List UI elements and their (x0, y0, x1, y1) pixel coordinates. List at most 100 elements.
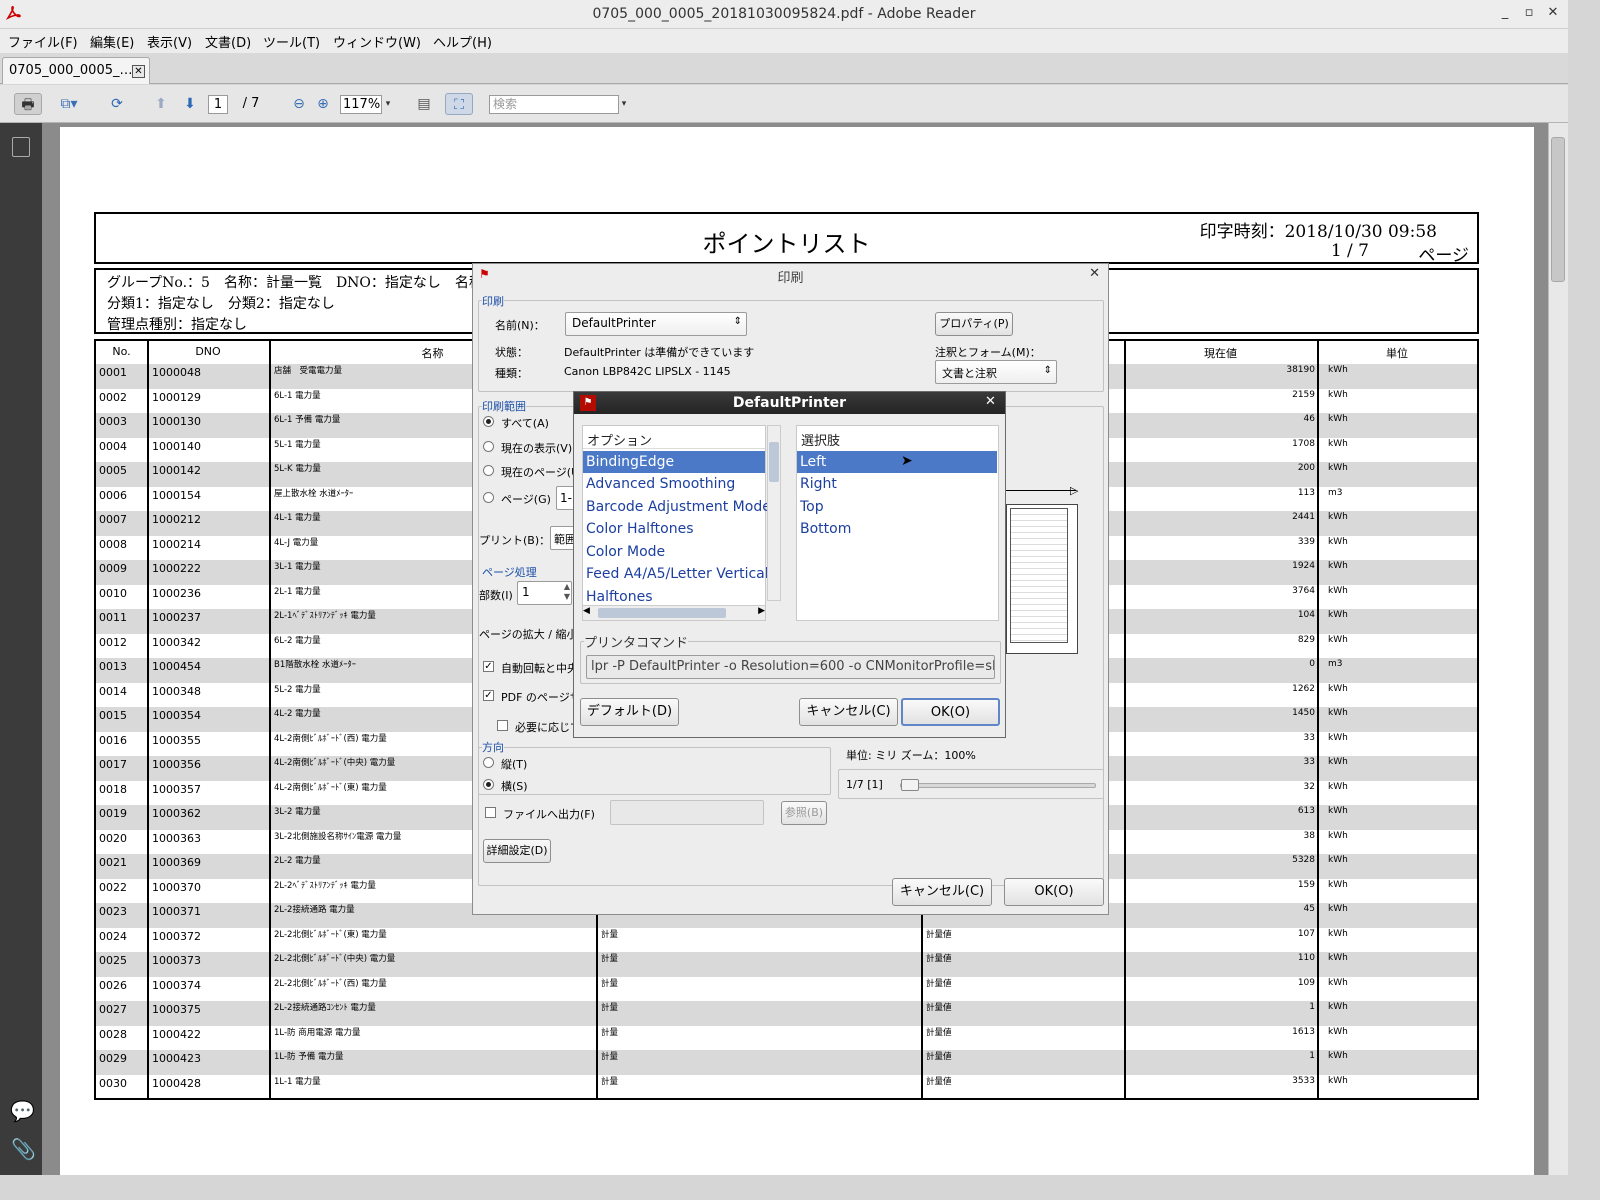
printer-options-close-icon[interactable]: ✕ (985, 394, 996, 409)
zoom-input[interactable]: 117% (340, 95, 382, 114)
comments-icon[interactable]: 💬 (10, 1099, 35, 1123)
print-ok-button[interactable]: OK(O) (1004, 878, 1104, 906)
cell-no: 0024 (99, 929, 127, 943)
close-window-button[interactable]: ✕ (1543, 5, 1563, 20)
option-item[interactable]: Barcode Adjustment Mode (583, 496, 771, 518)
pdf-page-size-checkbox[interactable]: ✓ (483, 690, 494, 701)
preview-thumbnail (1010, 508, 1068, 643)
range-current-view-radio[interactable] (483, 441, 494, 452)
zoom-dropdown-icon[interactable]: ▾ (383, 93, 393, 115)
next-page-icon[interactable]: ⬇ (179, 93, 201, 115)
range-all-radio[interactable] (483, 416, 494, 427)
zoom-in-icon[interactable]: ⊕ (314, 93, 332, 115)
maximize-button[interactable]: ▫ (1519, 5, 1539, 20)
if-needed-checkbox[interactable] (497, 720, 508, 731)
if-needed-label: 必要に応じて (515, 721, 581, 734)
menu-document[interactable]: 文書(D) (205, 32, 251, 51)
cell-no: 0028 (99, 1027, 127, 1041)
cell-unit: kWh (1328, 928, 1348, 939)
minimize-button[interactable]: _ (1495, 5, 1515, 20)
range-current-page-radio[interactable] (483, 465, 494, 476)
pages-panel-icon[interactable] (12, 137, 30, 157)
vertical-scroll-thumb[interactable] (769, 442, 779, 482)
print-cancel-button[interactable]: キャンセル(C) (892, 878, 992, 906)
portrait-radio[interactable] (483, 757, 494, 768)
column-divider (1317, 341, 1319, 1098)
menu-help[interactable]: ヘルプ(H) (433, 32, 492, 51)
cell-unit: m3 (1328, 659, 1343, 669)
menu-window[interactable]: ウィンドウ(W) (333, 32, 421, 51)
search-input[interactable]: 検索 (489, 95, 619, 114)
option-item[interactable]: Color Halftones (583, 518, 694, 540)
cell-val: 32 (1303, 781, 1315, 792)
option-item[interactable]: Color Mode (583, 541, 665, 563)
previous-page-icon[interactable]: ⬆ (150, 93, 172, 115)
document-tab[interactable]: 0705_000_0005_… ✕ (2, 57, 150, 84)
zoom-out-icon[interactable]: ⊖ (290, 93, 308, 115)
page-number-input[interactable]: 1 (208, 95, 228, 114)
spinner-icon[interactable]: ▲ ▼ (564, 582, 570, 602)
attachments-icon[interactable]: 📎 (11, 1137, 36, 1161)
option-item[interactable]: BindingEdge (583, 451, 765, 473)
cell-dno: 1000130 (152, 415, 201, 428)
option-item[interactable]: Feed A4/A5/Letter Vertically (583, 563, 781, 585)
preview-slider-track[interactable] (900, 783, 1096, 788)
options-horizontal-scrollbar[interactable]: ◀ ▶ (583, 605, 765, 620)
menu-view[interactable]: 表示(V) (147, 32, 192, 51)
horizontal-scroll-thumb[interactable] (598, 608, 726, 618)
printer-options-cancel-button[interactable]: キャンセル(C) (799, 698, 898, 726)
collaborate-icon[interactable]: ⟳ (103, 93, 131, 115)
advanced-settings-button[interactable]: 詳細設定(D) (483, 839, 551, 863)
menu-tools[interactable]: ツール(T) (263, 32, 320, 51)
file-output-checkbox[interactable] (485, 807, 496, 818)
table-row: 0028 1000422 1L-防 商用電源 電力量 計量 計量値 1613 kWh (96, 1026, 1477, 1051)
cell-name: 5L-1 電力量 (274, 439, 321, 450)
printer-command-input[interactable]: lpr -P DefaultPrinter -o Resolution=600 … (586, 655, 995, 679)
options-vertical-scrollbar[interactable] (767, 425, 781, 601)
cell-name: 1L-防 商用電源 電力量 (274, 1027, 361, 1038)
scroll-left-icon[interactable]: ◀ (583, 606, 590, 616)
properties-button[interactable]: プロパティ(P) (935, 312, 1013, 336)
share-icon[interactable]: ⧉▾ (52, 93, 86, 115)
column-divider (147, 341, 149, 1098)
scrollbar-thumb[interactable] (1551, 137, 1565, 282)
cell-no: 0021 (99, 856, 127, 869)
cell-unit: kWh (1328, 365, 1348, 375)
cell-name: 1L-1 電力量 (274, 1076, 321, 1087)
copies-input[interactable]: 1 ▲ ▼ (517, 581, 572, 605)
cell-dno: 1000362 (152, 807, 201, 820)
printer-name-select[interactable]: DefaultPrinter ⇕ (565, 312, 747, 336)
cell-dno: 1000342 (152, 635, 201, 649)
menu-file[interactable]: ファイル(F) (8, 32, 78, 51)
printer-options-title: DefaultPrinter (732, 395, 847, 411)
cell-val: 2159 (1292, 389, 1315, 400)
report-header: ポイントリスト 印字時刻：2018/10/30 09:58 1 / 7 ページ (94, 212, 1479, 266)
file-output-path-input[interactable] (610, 800, 764, 825)
search-dropdown-icon[interactable]: ▾ (619, 93, 629, 115)
preview-slider-handle[interactable] (901, 779, 919, 791)
annotations-select[interactable]: 文書と注釈 ⇕ (935, 360, 1057, 384)
cell-c5: 計量値 (926, 954, 952, 964)
auto-rotate-checkbox[interactable]: ✓ (483, 661, 494, 672)
print-dialog-close-icon[interactable]: ✕ (1089, 266, 1100, 281)
landscape-radio[interactable] (483, 779, 494, 790)
table-row: 0030 1000428 1L-1 電力量 計量 計量値 3533 kWh (96, 1075, 1477, 1100)
menu-edit[interactable]: 編集(E) (90, 32, 134, 51)
choice-item[interactable]: Bottom (797, 518, 851, 540)
choice-item[interactable]: Right (797, 473, 837, 495)
printer-options-ok-button[interactable]: OK(O) (901, 698, 1000, 726)
range-pages-radio[interactable] (483, 492, 494, 503)
scroll-right-icon[interactable]: ▶ (758, 606, 765, 616)
choice-item[interactable]: Left (797, 451, 997, 473)
fit-page-icon[interactable]: ▤ (413, 93, 435, 115)
cell-name: 5L-K 電力量 (274, 464, 321, 474)
cell-name: 3L-2北側施設名称ｻｲﾝ電源 電力量 (274, 831, 402, 842)
window-title: 0705_000_0005_20181030095824.pdf - Adobe… (592, 6, 976, 22)
option-item[interactable]: Advanced Smoothing (583, 473, 735, 495)
print-icon[interactable]: 🖶 (14, 93, 42, 115)
fit-width-icon[interactable]: ⛶ (445, 93, 473, 115)
default-button[interactable]: デフォルト(D) (580, 698, 679, 726)
choice-item[interactable]: Top (797, 496, 824, 518)
close-tab-icon[interactable]: ✕ (132, 65, 145, 78)
browse-button[interactable]: 参照(B) (781, 801, 827, 825)
